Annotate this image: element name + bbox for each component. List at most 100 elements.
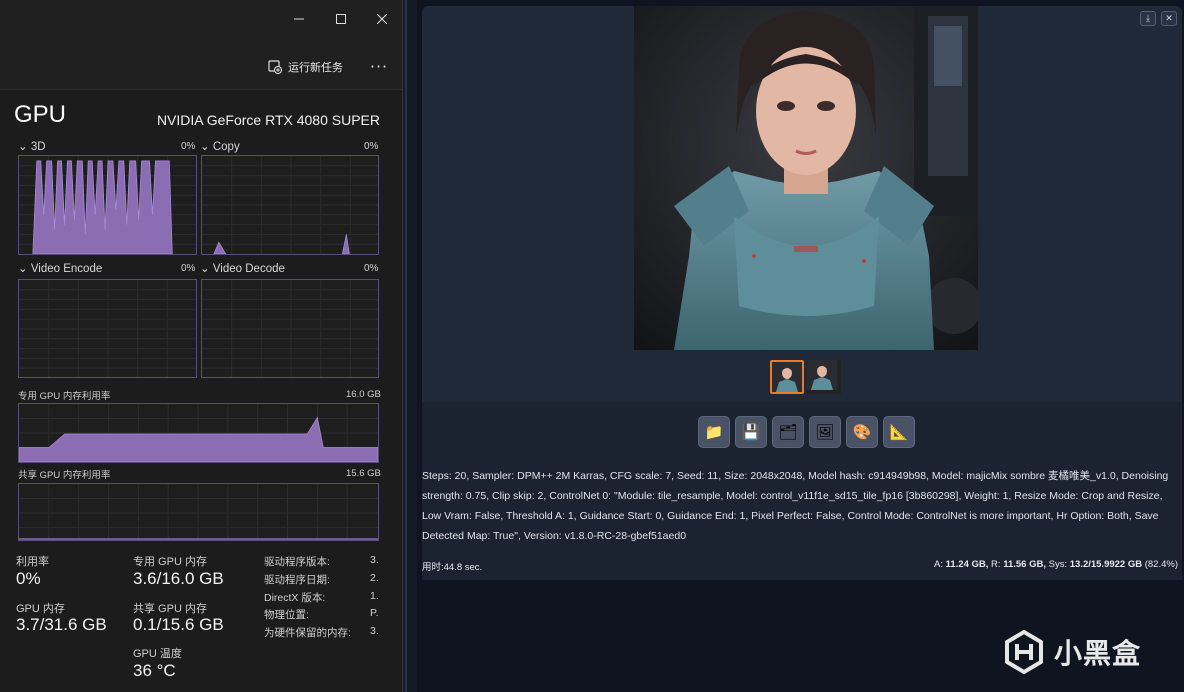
engine-label: Video Encode [30, 263, 103, 275]
run-task-icon [268, 60, 282, 74]
engine-label: Copy [212, 141, 240, 153]
dedicated-mem-value: 3.6/16.0 GB [133, 569, 224, 588]
close-icon [377, 14, 387, 24]
engine-selector-video-decode[interactable]: ⌄ Video Decode [200, 261, 285, 275]
dedicated-mem-label: 专用 GPU 内存 [133, 556, 207, 568]
portrait-image [634, 6, 978, 350]
thumbnail-2[interactable] [807, 360, 841, 394]
driver-date-value: 2. [370, 572, 379, 584]
chevron-down-icon: ⌄ [200, 263, 213, 275]
desktop: 运行新任务 ··· GPU NVIDIA GeForce RTX 4080 SU… [0, 0, 1184, 692]
chevron-down-icon: ⌄ [200, 141, 213, 153]
driver-date-label: 驱动程序日期: [264, 574, 330, 586]
send-to-inpaint-button[interactable]: 🎨 [846, 416, 878, 448]
engine-selector-copy[interactable]: ⌄ Copy [200, 139, 240, 153]
task-manager-window: 运行新任务 ··· GPU NVIDIA GeForce RTX 4080 SU… [0, 0, 403, 692]
chevron-down-icon: ⌄ [18, 263, 31, 275]
engine-label: 3D [30, 141, 46, 153]
watermark-text: 小黑盒 [1054, 637, 1142, 670]
dedicated-mem-graph-label: 专用 GPU 内存利用率 [18, 391, 111, 402]
shared-mem-value: 0.1/15.6 GB [133, 615, 224, 634]
vram-r-value: 11.56 GB, [1003, 559, 1046, 570]
watermark: 小黑盒 [1004, 628, 1141, 676]
maximize-button[interactable] [329, 8, 353, 30]
directx-value: 1. [370, 590, 379, 602]
engine-pct: 0% [364, 263, 379, 274]
reserved-mem-label: 为硬件保留的内存: [264, 627, 351, 639]
heybox-logo-icon [1005, 630, 1043, 674]
engine-selector-3d[interactable]: ⌄ 3D [18, 139, 46, 153]
command-bar: 运行新任务 ··· [0, 38, 402, 90]
driver-version-label: 驱动程序版本: [264, 556, 330, 568]
vram-a-value: 11.24 GB, [945, 559, 989, 570]
title-bar [0, 0, 402, 38]
close-button[interactable] [370, 8, 394, 30]
graph-video-decode [201, 279, 379, 378]
engine-selector-video-encode[interactable]: ⌄ Video Encode [18, 261, 102, 275]
engine-pct: 0% [364, 141, 379, 152]
physical-location-label: 物理位置: [264, 609, 309, 621]
graph-copy [201, 155, 379, 255]
minimize-icon [294, 18, 304, 20]
download-icon: ⤓ [1146, 13, 1150, 24]
send-to-extras-button[interactable]: 📐 [883, 416, 915, 448]
performance-bar: 用时:44.8 sec. A: 11.24 GB, R: 11.56 GB, S… [422, 546, 1182, 580]
graph-3d [18, 155, 197, 255]
maximize-icon [336, 14, 346, 24]
elapsed-time: 用时:44.8 sec. [422, 562, 483, 573]
save-icon: 💾 [741, 423, 761, 441]
util-value: 0% [16, 569, 41, 588]
zip-button[interactable]: 🗂 [772, 416, 804, 448]
zip-icon: 🗂 [778, 423, 798, 441]
gpu-temp-value: 36 °C [133, 661, 176, 680]
page-title: GPU [14, 101, 67, 128]
thumbnail-1[interactable] [770, 360, 804, 394]
window-edge [405, 0, 407, 692]
close-icon: ✕ [1165, 13, 1173, 24]
image-gallery: ⤓ ✕ [422, 6, 1182, 402]
shared-mem-graph-label: 共享 GPU 内存利用率 [18, 470, 111, 481]
vram-sys-label: Sys: [1048, 559, 1068, 570]
generated-image[interactable] [634, 6, 978, 350]
close-gallery-button[interactable]: ✕ [1161, 11, 1177, 26]
engine-label: Video Decode [212, 263, 285, 275]
download-button[interactable]: ⤓ [1140, 11, 1156, 26]
save-button[interactable]: 💾 [735, 416, 767, 448]
reserved-mem-value: 3. [370, 625, 379, 637]
more-options-button[interactable]: ··· [368, 55, 390, 77]
thumbnail-image [807, 360, 837, 390]
driver-version-value: 3. [370, 554, 379, 566]
vram-a-label: A: [934, 559, 943, 570]
engine-pct: 0% [181, 263, 196, 274]
ruler-icon: 📐 [889, 423, 909, 441]
chevron-down-icon: ⌄ [18, 141, 31, 153]
graph-video-encode [18, 279, 197, 378]
send-to-img2img-button[interactable]: 🖼 [809, 416, 841, 448]
run-new-task-button[interactable]: 运行新任务 [268, 56, 343, 78]
palette-icon: 🎨 [852, 423, 872, 441]
image-icon: 🖼 [815, 423, 835, 441]
graph-shared-memory [18, 483, 379, 541]
directx-label: DirectX 版本: [264, 592, 326, 604]
vram-sys-value: 13.2/15.9922 GB [1069, 559, 1143, 570]
folder-icon: 📁 [704, 423, 724, 441]
dedicated-mem-graph-max: 16.0 GB [346, 389, 381, 400]
vram-pct: (82.4%) [1144, 559, 1178, 570]
image-actions-toolbar: 📁 💾 🗂 🖼 🎨 📐 [422, 402, 1182, 462]
thumbnail-image [772, 362, 802, 392]
vram-usage: A: 11.24 GB, R: 11.56 GB, Sys: 13.2/15.9… [934, 559, 1178, 570]
gpu-model-name: NVIDIA GeForce RTX 4080 SUPER [156, 112, 380, 128]
run-new-task-label: 运行新任务 [288, 61, 343, 74]
sd-webui-output-panel: ⤓ ✕ 📁 💾 🗂 🖼 🎨 📐 Steps: 20, Sampler: DPM+… [417, 0, 1184, 692]
physical-location-value: P. [370, 607, 379, 619]
shared-mem-graph-max: 15.6 GB [346, 468, 381, 479]
minimize-button[interactable] [287, 8, 311, 30]
graph-dedicated-memory [18, 403, 379, 463]
shared-mem-label: 共享 GPU 内存 [133, 603, 207, 615]
gpu-mem-label: GPU 内存 [16, 603, 65, 615]
generation-info: Steps: 20, Sampler: DPM++ 2M Karras, CFG… [422, 462, 1182, 546]
open-folder-button[interactable]: 📁 [698, 416, 730, 448]
engine-pct: 0% [181, 141, 196, 152]
generation-parameters-text: Steps: 20, Sampler: DPM++ 2M Karras, CFG… [422, 470, 1169, 542]
util-label: 利用率 [16, 556, 49, 568]
